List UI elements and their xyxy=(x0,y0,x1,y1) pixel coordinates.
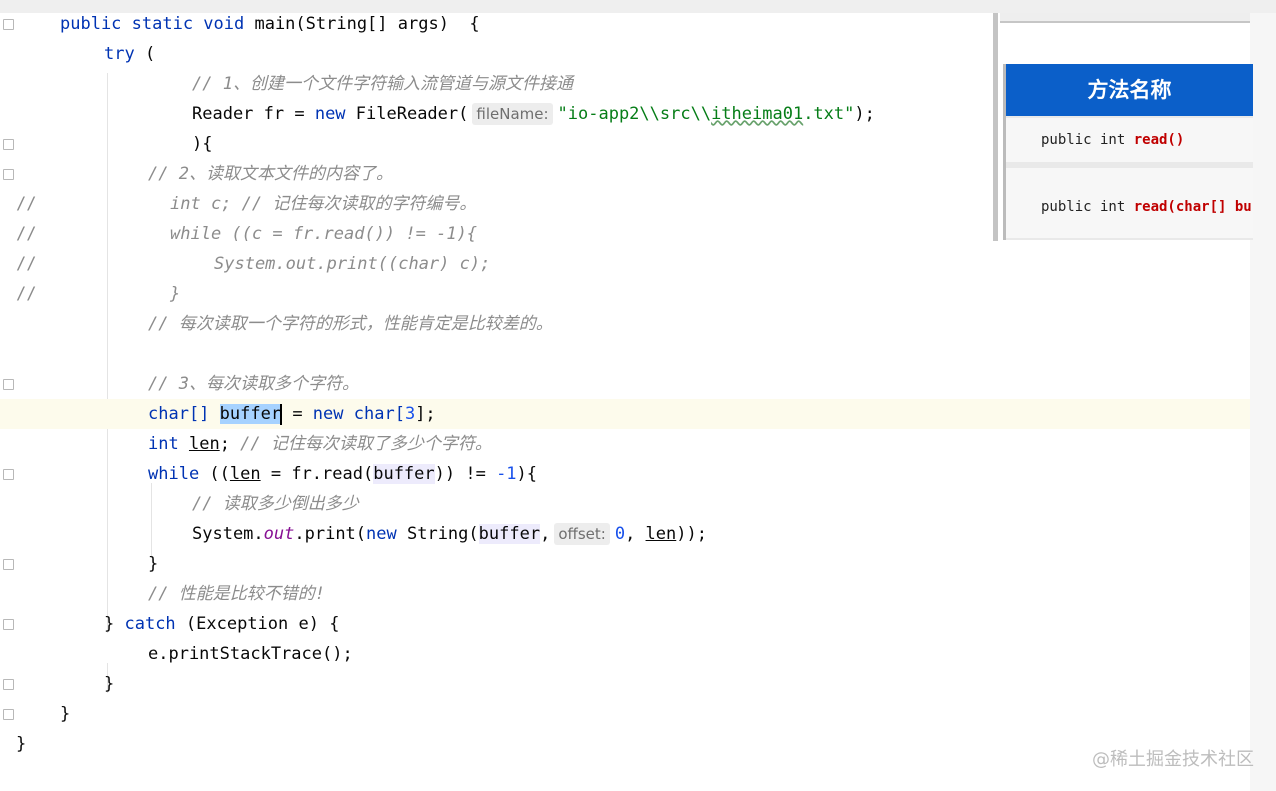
code-line: ){ xyxy=(192,134,213,154)
code-line: int len; // 记住每次读取了多少个字符。 xyxy=(148,434,492,454)
code-comment: // 2、读取文本文件的内容了。 xyxy=(148,164,393,184)
code-line: System.out.print(new String(buffer, offse… xyxy=(192,523,707,545)
right-scrollbar[interactable] xyxy=(1250,13,1276,791)
fold-marker-icon[interactable] xyxy=(3,19,14,30)
code-comment: System.out.print((char) c); xyxy=(214,254,491,274)
indent-guide xyxy=(151,483,152,558)
indent-guide xyxy=(107,73,108,633)
fold-marker-icon[interactable] xyxy=(3,679,14,690)
code-line: try ( xyxy=(104,44,156,64)
fold-marker-icon[interactable] xyxy=(3,559,14,570)
fold-marker-icon[interactable] xyxy=(3,379,14,390)
code-comment: // 每次读取一个字符的形式，性能肯定是比较差的。 xyxy=(148,314,553,334)
fold-marker-icon[interactable] xyxy=(3,469,14,480)
code-line: Reader fr = new FileReader(fileName: "io-… xyxy=(192,103,875,125)
fold-marker-icon[interactable] xyxy=(3,709,14,720)
parameter-hint: offset: xyxy=(554,523,610,545)
popup-top-bar xyxy=(1000,13,1250,23)
method-table-header: 方法名称 xyxy=(1006,64,1253,116)
code-comment: } xyxy=(170,284,181,304)
code-line: e.printStackTrace(); xyxy=(148,644,353,664)
code-comment: // xyxy=(16,224,37,244)
method-table: 方法名称 public int read() public int read(c… xyxy=(1003,64,1253,240)
code-line-current[interactable]: char[] buffer = new char[3]; xyxy=(148,399,436,429)
popup-shadow xyxy=(993,13,998,241)
code-line: } xyxy=(104,674,115,694)
code-comment: // 性能是比较不错的! xyxy=(148,584,325,604)
code-comment: // xyxy=(16,284,37,304)
code-comment: // 3、每次读取多个字符。 xyxy=(148,374,359,394)
code-line: } xyxy=(148,554,159,574)
code-line: } catch (Exception e) { xyxy=(104,614,340,634)
fold-marker-icon[interactable] xyxy=(3,139,14,150)
method-row: public int read() xyxy=(1006,118,1253,162)
code-comment: while ((c = fr.read()) != -1){ xyxy=(170,224,478,244)
fold-marker-icon[interactable] xyxy=(3,169,14,180)
code-comment: // xyxy=(16,194,37,214)
code-comment: // 读取多少倒出多少 xyxy=(192,494,359,514)
watermark: @稀土掘金技术社区 xyxy=(1092,749,1254,770)
code-line: while ((len = fr.read(buffer)) != -1){ xyxy=(148,464,538,484)
code-line: } xyxy=(60,704,71,724)
code-line: } xyxy=(16,734,27,754)
parameter-hint: fileName: xyxy=(472,103,553,125)
code-comment: // 1、创建一个文件字符输入流管道与源文件接通 xyxy=(192,74,573,94)
code-comment: int c; // 记住每次读取的字符编号。 xyxy=(170,194,477,214)
code-line: public static void main(String[] args) { xyxy=(60,14,480,34)
method-row: public int read(char[] bu xyxy=(1006,168,1253,238)
fold-marker-icon[interactable] xyxy=(3,619,14,630)
code-comment: // xyxy=(16,254,37,274)
top-strip xyxy=(0,0,1276,13)
